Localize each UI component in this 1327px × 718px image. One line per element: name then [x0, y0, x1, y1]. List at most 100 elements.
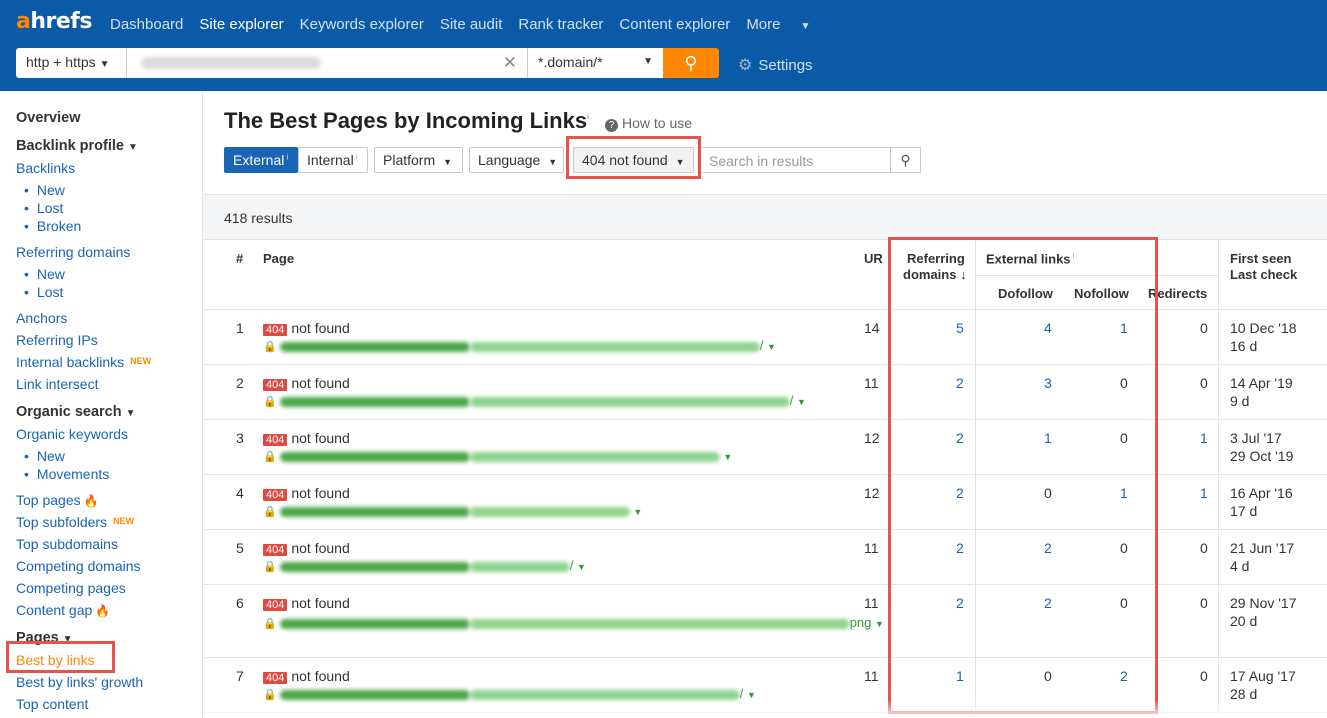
page-title-cell[interactable]: 404 not found: [263, 540, 350, 556]
sidebar-item-internal-backlinks[interactable]: Internal backlinks NEW: [16, 354, 151, 370]
protocol-select[interactable]: http + https ▼: [16, 48, 127, 78]
col-last-check[interactable]: Last check: [1230, 267, 1297, 282]
nav-content-explorer[interactable]: Content explorer: [619, 16, 730, 33]
sidebar-item-content-gap[interactable]: Content gap 🔥: [16, 602, 110, 618]
ur-value: 12: [864, 485, 880, 501]
tab-internal[interactable]: Internal i: [298, 147, 368, 173]
blurred-domain: [279, 506, 470, 517]
url-tail: /: [739, 686, 744, 701]
page-url[interactable]: 🔒 ▼: [263, 448, 732, 463]
platform-dropdown[interactable]: Platform ▼: [374, 147, 463, 173]
chevron-down-icon[interactable]: ▼: [767, 342, 776, 352]
page-url[interactable]: 🔒 png ▼: [263, 615, 884, 630]
status-badge: 404: [263, 672, 288, 684]
redirects-value[interactable]: 1: [1200, 485, 1208, 501]
page-url[interactable]: 🔒 / ▼: [263, 338, 776, 353]
last-check-value: 17 d: [1230, 503, 1258, 519]
row-index: 7: [236, 668, 244, 684]
chevron-down-icon[interactable]: ▼: [577, 562, 586, 572]
sidebar-item-link-intersect[interactable]: Link intersect: [16, 376, 98, 392]
blurred-domain: [279, 451, 470, 462]
info-icon[interactable]: i: [587, 112, 589, 122]
col-page[interactable]: Page: [263, 251, 294, 266]
language-dropdown[interactable]: Language ▼: [469, 147, 564, 173]
sidebar-item-backlinks-new[interactable]: New: [24, 182, 65, 198]
page-url[interactable]: 🔒 / ▼: [263, 686, 756, 701]
sidebar-item-ok-movements[interactable]: Movements: [24, 466, 109, 482]
nav-site-explorer[interactable]: Site explorer: [199, 16, 283, 33]
clear-icon[interactable]: ✕: [503, 53, 517, 73]
col-first-seen[interactable]: First seen: [1230, 251, 1291, 266]
sidebar-item-referring-ips[interactable]: Referring IPs: [16, 332, 98, 348]
status-badge: 404: [263, 599, 288, 611]
results-bar: 418 results: [203, 194, 1327, 240]
search-in-results-input[interactable]: Search in results ⚲: [700, 147, 921, 173]
nav-rank-tracker[interactable]: Rank tracker: [518, 16, 603, 33]
sidebar-section-organic-search[interactable]: Organic search ▼: [16, 404, 136, 420]
page-title-cell[interactable]: 404 not found: [263, 320, 350, 336]
sidebar-item-referring-domains[interactable]: Referring domains: [16, 244, 130, 260]
page-title-cell[interactable]: 404 not found: [263, 375, 350, 391]
tab-external[interactable]: External i: [224, 147, 298, 173]
sidebar-item-rd-lost[interactable]: Lost: [24, 284, 63, 300]
table-row: 6 404 not found 🔒 png ▼ 11 2 2 0 0 29 Nov …: [203, 585, 1327, 658]
first-seen-value: 3 Jul '17: [1230, 430, 1282, 446]
redirects-value: 0: [1200, 540, 1208, 556]
nav-keywords-explorer[interactable]: Keywords explorer: [300, 16, 424, 33]
page-url[interactable]: 🔒 ▼: [263, 503, 642, 518]
lock-icon: 🔒: [263, 618, 277, 630]
sidebar-item-rd-new[interactable]: New: [24, 266, 65, 282]
dropdown-label: Language: [478, 152, 541, 168]
sidebar-item-competing-pages[interactable]: Competing pages: [16, 580, 126, 596]
sidebar-section-backlink-profile[interactable]: Backlink profile ▼: [16, 138, 138, 154]
first-seen-value: 21 Jun '17: [1230, 540, 1295, 556]
chevron-down-icon: ▼: [800, 21, 811, 32]
mode-select[interactable]: *.domain/* ▼: [527, 48, 663, 78]
sidebar-item-best-by-links-growth[interactable]: Best by links' growth: [16, 674, 143, 690]
target-url-input[interactable]: ✕: [127, 48, 527, 78]
sidebar-item-organic-keywords[interactable]: Organic keywords: [16, 426, 128, 442]
page-url[interactable]: 🔒 / ▼: [263, 393, 806, 408]
page-url[interactable]: 🔒 / ▼: [263, 558, 586, 573]
chevron-down-icon[interactable]: ▼: [723, 452, 732, 462]
status-text: not found: [291, 485, 350, 501]
sidebar-item-top-subdomains[interactable]: Top subdomains: [16, 536, 118, 552]
nav-dashboard[interactable]: Dashboard: [110, 16, 183, 33]
chevron-down-icon[interactable]: ▼: [797, 397, 806, 407]
chevron-down-icon[interactable]: ▼: [875, 619, 884, 629]
sidebar-item-ok-new[interactable]: New: [24, 448, 65, 464]
new-badge: NEW: [113, 516, 135, 526]
lock-icon: 🔒: [263, 561, 277, 573]
chevron-down-icon[interactable]: ▼: [747, 690, 756, 700]
search-button[interactable]: ⚲: [663, 48, 719, 78]
ahrefs-logo[interactable]: ahrefs: [16, 9, 92, 34]
how-to-use-link[interactable]: ? How to use: [605, 115, 692, 132]
redirects-value[interactable]: 1: [1200, 430, 1208, 446]
sidebar-item-anchors[interactable]: Anchors: [16, 310, 67, 326]
sidebar-item-backlinks[interactable]: Backlinks: [16, 160, 75, 176]
sidebar-item-overview[interactable]: Overview: [16, 110, 81, 126]
sidebar-item-top-content[interactable]: Top content: [16, 696, 88, 712]
page-title-cell[interactable]: 404 not found: [263, 595, 350, 611]
nav-site-audit[interactable]: Site audit: [440, 16, 503, 33]
page-title-cell[interactable]: 404 not found: [263, 668, 350, 684]
nav-more[interactable]: More ▼: [746, 16, 826, 33]
sidebar-item-backlinks-broken[interactable]: Broken: [24, 218, 81, 234]
status-badge: 404: [263, 324, 288, 336]
lock-icon: 🔒: [263, 451, 277, 463]
sidebar-item-backlinks-lost[interactable]: Lost: [24, 200, 63, 216]
settings-button[interactable]: ⚙ Settings: [738, 55, 813, 75]
chevron-down-icon[interactable]: ▼: [633, 507, 642, 517]
page-title-cell[interactable]: 404 not found: [263, 430, 350, 446]
page-title-cell[interactable]: 404 not found: [263, 485, 350, 501]
blurred-path: [469, 341, 760, 352]
sidebar-item-top-subfolders[interactable]: Top subfolders NEW: [16, 514, 134, 530]
sidebar-item-competing-domains[interactable]: Competing domains: [16, 558, 141, 574]
blurred-domain: [279, 618, 470, 629]
ur-value: 12: [864, 430, 880, 446]
col-ur[interactable]: UR: [864, 251, 883, 266]
row-index: 3: [236, 430, 244, 446]
sidebar-item-top-pages[interactable]: Top pages 🔥: [16, 492, 99, 508]
search-icon[interactable]: ⚲: [890, 148, 920, 172]
blurred-domain: [279, 561, 470, 572]
